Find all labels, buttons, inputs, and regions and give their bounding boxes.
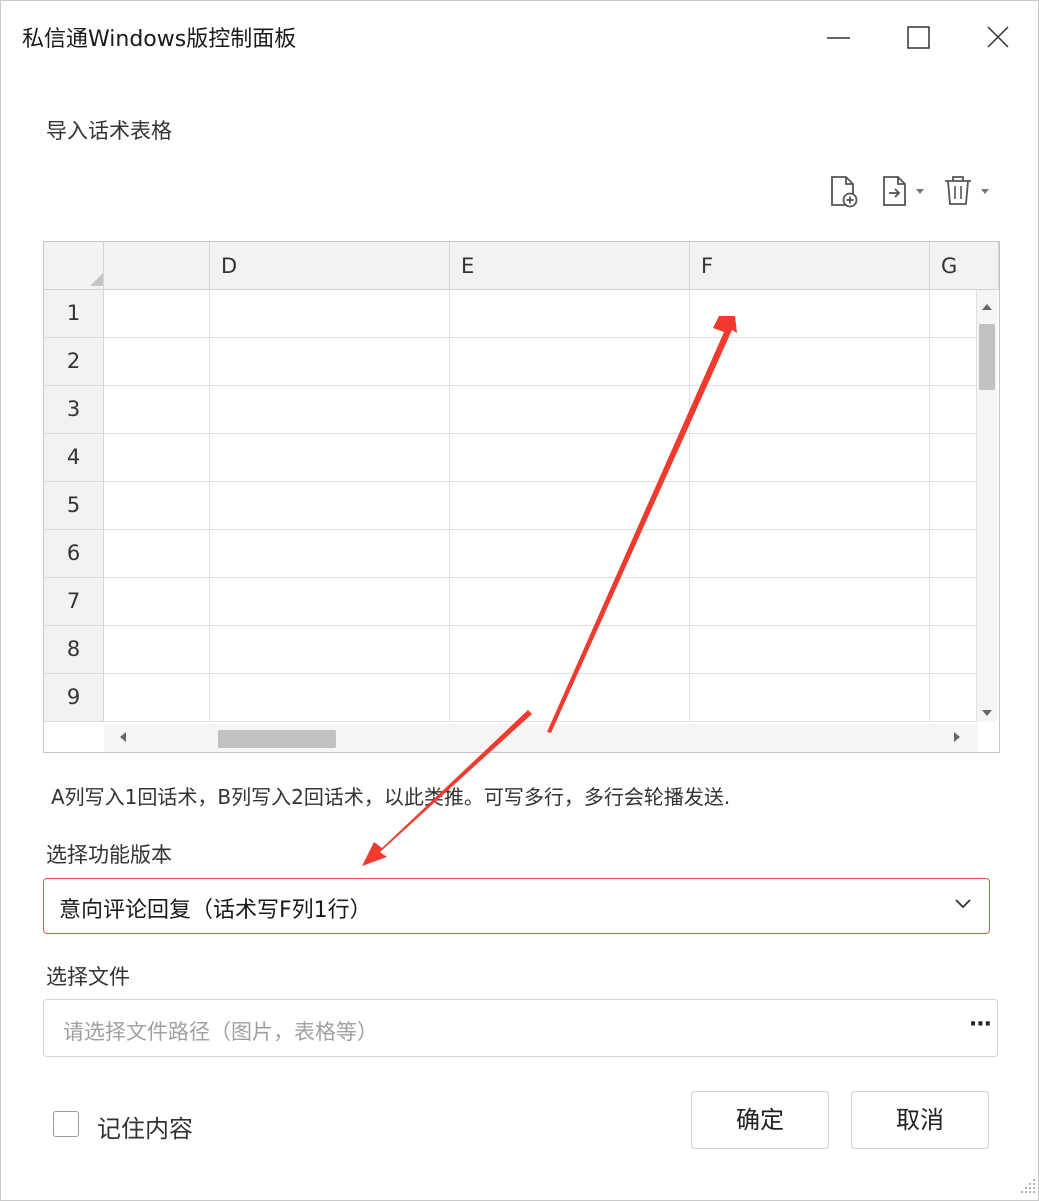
grid-cell[interactable] <box>104 338 210 386</box>
grid-cell[interactable] <box>930 530 977 578</box>
grid-cell[interactable] <box>210 482 450 530</box>
grid-cell[interactable] <box>450 386 690 434</box>
grid-cell[interactable] <box>690 482 930 530</box>
row-header[interactable]: 8 <box>44 626 104 674</box>
title-bar[interactable]: 私信通Windows版控制面板 <box>1 1 1038 71</box>
file-path-placeholder: 请选择文件路径（图片，表格等） <box>63 1020 378 1044</box>
grid-cell[interactable] <box>450 626 690 674</box>
import-file-icon[interactable] <box>881 173 931 213</box>
scroll-down-icon <box>982 710 992 716</box>
vertical-scroll-thumb[interactable] <box>979 324 995 390</box>
grid-cell[interactable] <box>690 386 930 434</box>
confirm-button[interactable]: 确定 <box>691 1091 829 1149</box>
resize-grip-icon[interactable] <box>1017 1177 1037 1199</box>
grid-cell[interactable] <box>210 530 450 578</box>
grid-cell[interactable] <box>930 626 977 674</box>
select-all-corner[interactable] <box>44 242 104 290</box>
corner-triangle-icon <box>90 273 103 286</box>
minimize-button[interactable] <box>818 19 858 55</box>
grid-cell[interactable] <box>450 530 690 578</box>
grid-cell[interactable] <box>210 386 450 434</box>
grid-cell[interactable] <box>210 290 450 338</box>
scroll-right-icon <box>954 732 960 742</box>
row-header[interactable]: 2 <box>44 338 104 386</box>
row-header[interactable]: 7 <box>44 578 104 626</box>
minimize-icon <box>827 37 850 39</box>
grid-cell[interactable] <box>690 530 930 578</box>
column-header-f[interactable]: F <box>690 242 930 290</box>
file-path-input[interactable]: 请选择文件路径（图片，表格等） ··· <box>43 999 998 1057</box>
grid-cell[interactable] <box>450 482 690 530</box>
row-header[interactable]: 5 <box>44 482 104 530</box>
grid-cell[interactable] <box>104 674 210 722</box>
row-header[interactable]: 1 <box>44 290 104 338</box>
grid-cell[interactable] <box>690 674 930 722</box>
grid-cell[interactable] <box>104 386 210 434</box>
grid-cell[interactable] <box>450 290 690 338</box>
grid-cell[interactable] <box>104 434 210 482</box>
grid-cell[interactable] <box>450 578 690 626</box>
grid-cell[interactable] <box>210 434 450 482</box>
grid-cell[interactable] <box>930 338 977 386</box>
column-header-blank[interactable] <box>104 242 210 290</box>
grid-cell[interactable] <box>930 386 977 434</box>
horizontal-scrollbar[interactable] <box>104 724 978 752</box>
grid-cell[interactable] <box>930 674 977 722</box>
column-header-e[interactable]: E <box>450 242 690 290</box>
maximize-button[interactable] <box>898 19 938 55</box>
grid-cell[interactable] <box>690 434 930 482</box>
cancel-button[interactable]: 取消 <box>851 1091 989 1149</box>
vertical-scrollbar[interactable] <box>977 290 997 722</box>
grid-cell[interactable] <box>930 482 977 530</box>
grid-cell[interactable] <box>930 290 977 338</box>
grid-cell[interactable] <box>690 626 930 674</box>
grid-cell[interactable] <box>210 674 450 722</box>
row-header[interactable]: 9 <box>44 674 104 722</box>
grid-cell[interactable] <box>104 626 210 674</box>
scroll-up-icon <box>982 304 992 310</box>
version-selected-value: 意向评论回复（话术写F列1行） <box>59 898 372 923</box>
column-header-g[interactable]: G <box>930 242 999 290</box>
column-usage-hint: A列写入1回话术，B列写入2回话术，以此类推。可写多行，多行会轮播发送. <box>51 785 731 809</box>
import-table-label: 导入话术表格 <box>46 119 172 143</box>
scroll-left-icon <box>120 732 126 742</box>
column-header-d[interactable]: D <box>210 242 450 290</box>
close-button[interactable] <box>978 19 1018 55</box>
grid-cell[interactable] <box>450 338 690 386</box>
grid-cell[interactable] <box>690 578 930 626</box>
dialog-window: 私信通Windows版控制面板 导入话术表格 D E F G 1 2 3 4 5… <box>0 0 1039 1201</box>
grid-cell[interactable] <box>104 530 210 578</box>
grid-cell[interactable] <box>450 674 690 722</box>
horizontal-scroll-thumb[interactable] <box>218 730 336 748</box>
version-select[interactable]: 意向评论回复（话术写F列1行） <box>43 878 990 934</box>
grid-cell[interactable] <box>104 290 210 338</box>
window-title: 私信通Windows版控制面板 <box>22 27 297 52</box>
grid-cell[interactable] <box>690 290 930 338</box>
chevron-down-icon <box>955 899 971 909</box>
grid-cell[interactable] <box>210 338 450 386</box>
browse-file-button[interactable]: ··· <box>969 1012 992 1037</box>
grid-cell[interactable] <box>930 578 977 626</box>
grid-cell[interactable] <box>210 578 450 626</box>
grid-cell[interactable] <box>690 338 930 386</box>
grid-cell[interactable] <box>210 626 450 674</box>
grid-cell[interactable] <box>104 578 210 626</box>
close-icon <box>987 26 1009 48</box>
delete-icon[interactable] <box>943 173 995 213</box>
remember-checkbox[interactable] <box>53 1111 79 1137</box>
grid-cell[interactable] <box>930 434 977 482</box>
maximize-icon <box>907 26 930 49</box>
spreadsheet-grid[interactable]: D E F G 123456789 <box>43 241 1000 753</box>
file-label: 选择文件 <box>46 965 130 989</box>
row-header[interactable]: 3 <box>44 386 104 434</box>
row-header[interactable]: 6 <box>44 530 104 578</box>
version-label: 选择功能版本 <box>46 843 172 867</box>
add-file-icon[interactable] <box>829 173 859 213</box>
remember-label[interactable]: 记住内容 <box>97 1109 193 1144</box>
grid-cell[interactable] <box>104 482 210 530</box>
grid-cell[interactable] <box>450 434 690 482</box>
row-header[interactable]: 4 <box>44 434 104 482</box>
